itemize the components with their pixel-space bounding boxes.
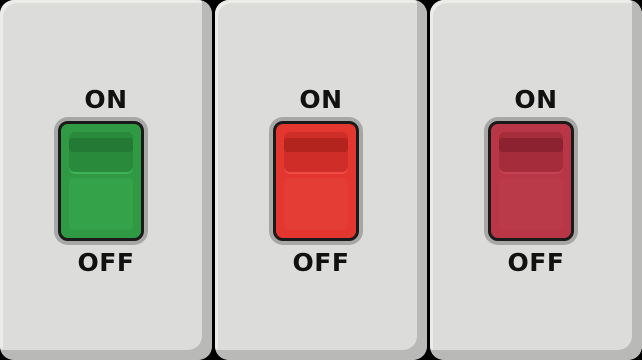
switch-plate-1: ON OFF [0,0,212,360]
rocker-groove [284,138,348,152]
rocker-bottom-face [499,178,563,230]
on-label: ON [84,85,128,114]
off-label: OFF [292,248,350,277]
rocker-groove [69,138,133,152]
rocker-switch-dark-red[interactable] [488,121,574,241]
off-label: OFF [77,248,135,277]
rocker-switch-green[interactable] [58,121,144,241]
rocker-bottom-face [69,178,133,230]
rocker-switch-red[interactable] [273,121,359,241]
on-label: ON [514,85,558,114]
rocker-groove [499,138,563,152]
off-label: OFF [507,248,565,277]
switch-plate-2: ON OFF [215,0,427,360]
rocker-bottom-face [284,178,348,230]
switch-plate-3: ON OFF [430,0,642,360]
on-label: ON [299,85,343,114]
